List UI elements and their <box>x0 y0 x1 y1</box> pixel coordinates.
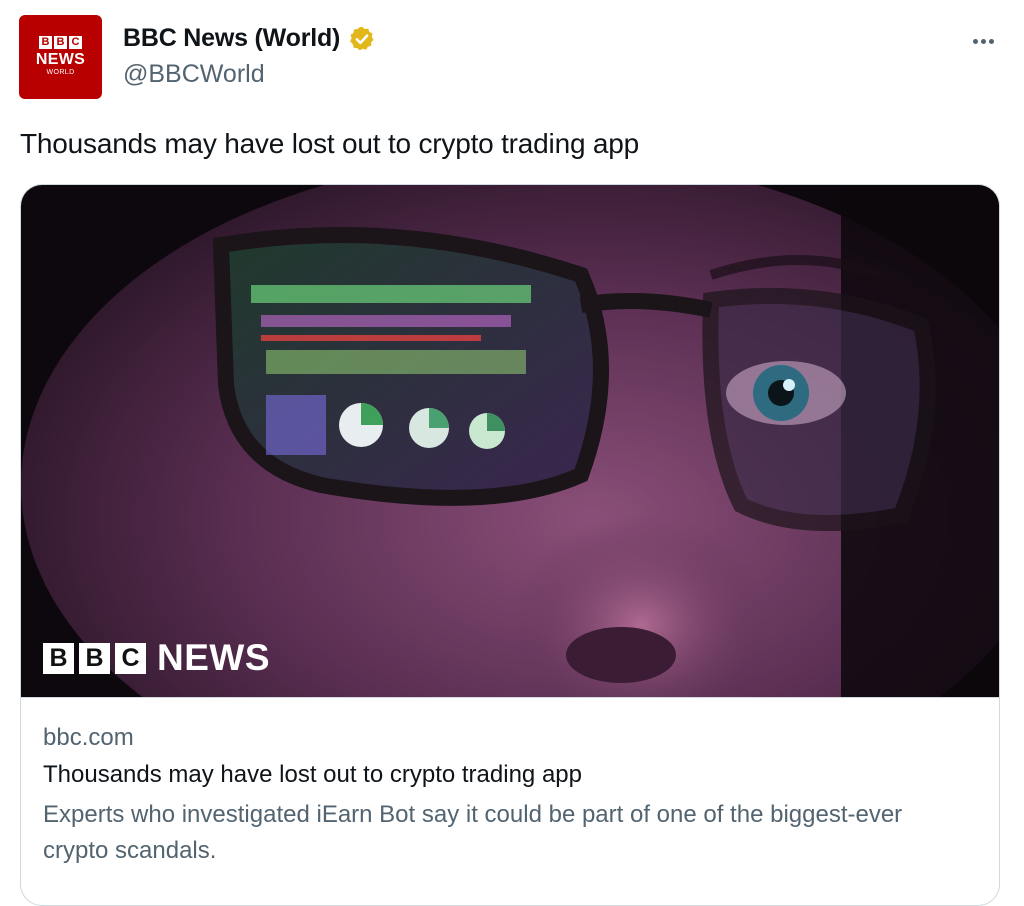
card-title: Thousands may have lost out to crypto tr… <box>43 761 582 788</box>
bbc-news-word: NEWS <box>157 637 270 678</box>
display-name[interactable]: BBC News (World) <box>123 24 340 53</box>
avatar[interactable]: B B C NEWS WORLD <box>19 15 102 99</box>
more-dot <box>988 38 994 44</box>
bbc-news-logo: B B C NEWS <box>43 637 270 679</box>
bbc-block-b2: B <box>79 642 110 674</box>
link-card[interactable]: B B C NEWS bbc.com Thousands may have lo… <box>20 184 1000 906</box>
verified-badge-icon[interactable] <box>348 25 376 53</box>
tweet-text: Thousands may have lost out to crypto tr… <box>20 128 640 159</box>
bbc-block-b1: B <box>43 642 74 674</box>
more-dot <box>972 38 978 44</box>
avatar-bbc-blocks: B B C <box>39 36 82 49</box>
avatar-block-b1: B <box>39 36 52 49</box>
bbc-block-c: C <box>115 642 146 674</box>
more-horizontal-icon[interactable] <box>968 26 998 56</box>
card-meta: bbc.com Thousands may have lost out to c… <box>21 697 999 864</box>
handle[interactable]: @BBCWorld <box>123 60 265 89</box>
avatar-world-text: WORLD <box>46 69 75 76</box>
avatar-news-text: NEWS <box>35 51 86 68</box>
card-photo <box>21 185 999 697</box>
card-domain: bbc.com <box>43 724 134 751</box>
card-image[interactable]: B B C NEWS <box>21 185 999 697</box>
avatar-block-b2: B <box>54 36 67 49</box>
more-dot <box>980 38 986 44</box>
avatar-block-c: C <box>69 36 82 49</box>
name-row: BBC News (World) <box>123 24 376 53</box>
card-description: Experts who investigated iEarn Bot say i… <box>43 801 903 864</box>
